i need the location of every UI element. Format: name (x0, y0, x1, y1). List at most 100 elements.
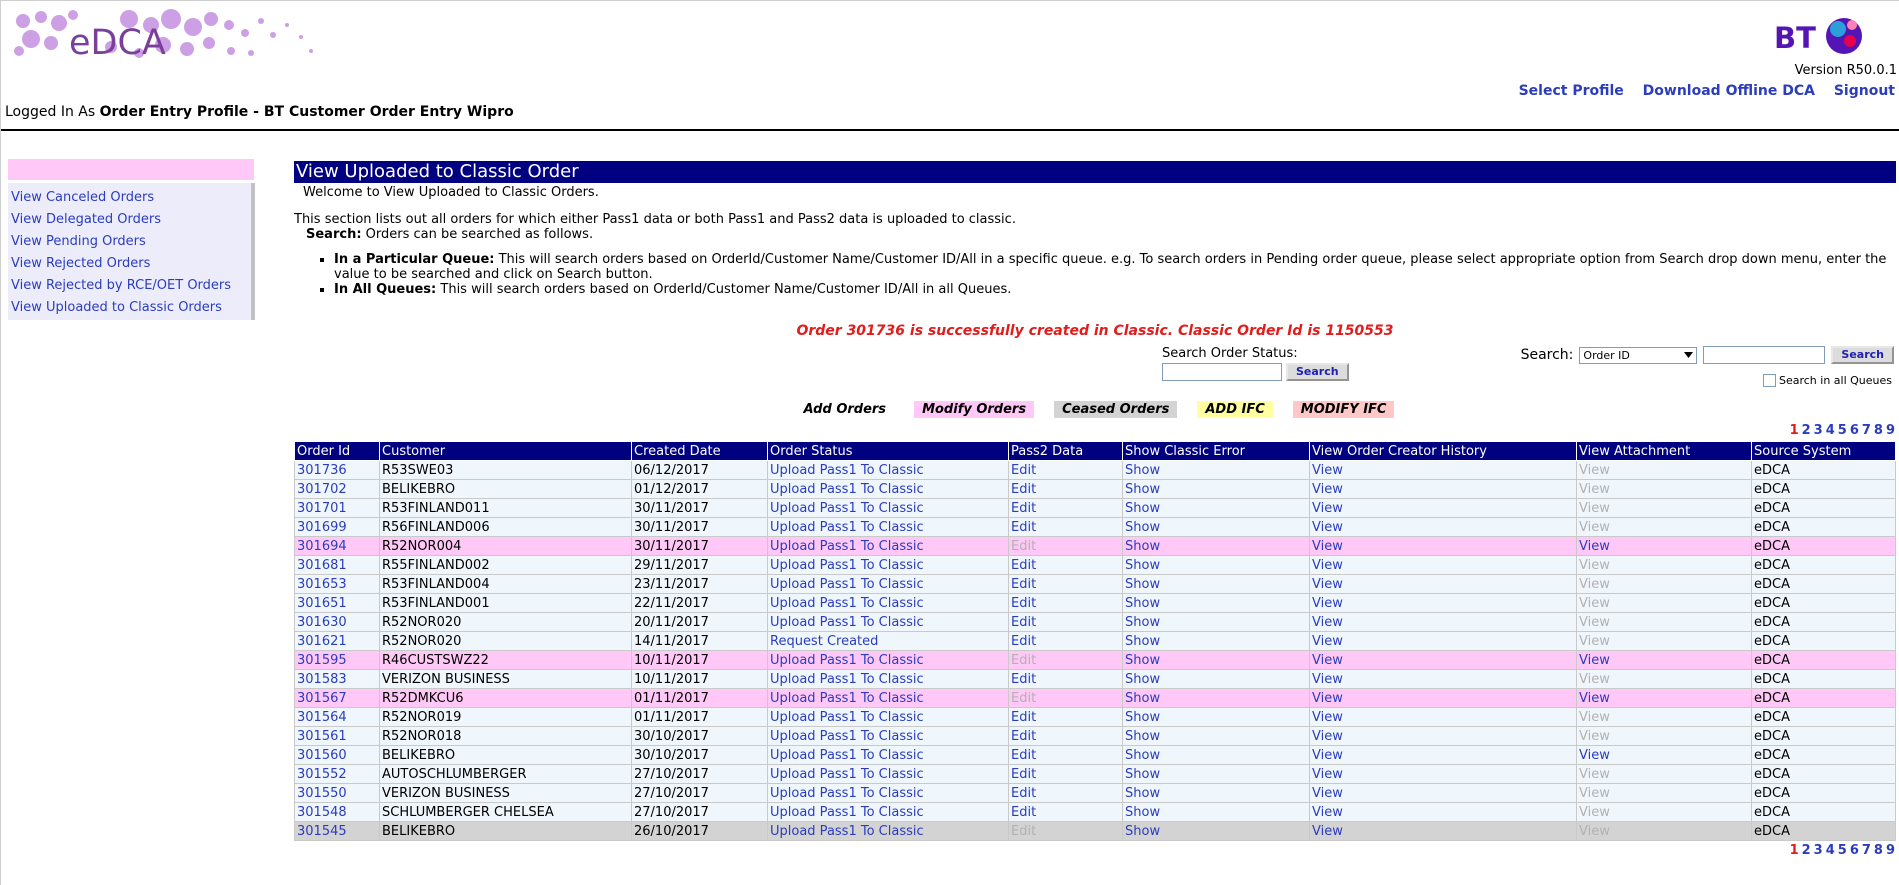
pass2-edit-link[interactable]: Edit (1008, 631, 1123, 651)
order-status-link[interactable]: Upload Pass1 To Classic (767, 555, 1009, 575)
order-id-link[interactable]: 301561 (294, 726, 380, 746)
view-creator-history-link[interactable]: View (1309, 726, 1577, 746)
order-status-link[interactable]: Upload Pass1 To Classic (767, 574, 1009, 594)
page-link[interactable]: 9 (1886, 843, 1896, 858)
order-status-link[interactable]: Upload Pass1 To Classic (767, 460, 1009, 480)
order-status-link[interactable]: Upload Pass1 To Classic (767, 764, 1009, 784)
show-classic-error-link[interactable]: Show (1122, 726, 1310, 746)
sidebar-item-uploaded-classic[interactable]: View Uploaded to Classic Orders (8, 297, 251, 319)
view-creator-history-link[interactable]: View (1309, 460, 1577, 480)
page-link[interactable]: 4 (1826, 423, 1836, 438)
show-classic-error-link[interactable]: Show (1122, 650, 1310, 670)
show-classic-error-link[interactable]: Show (1122, 669, 1310, 689)
view-creator-history-link[interactable]: View (1309, 517, 1577, 537)
page-link[interactable]: 8 (1874, 843, 1884, 858)
order-id-link[interactable]: 301552 (294, 764, 380, 784)
page-link[interactable]: 1 (1790, 423, 1800, 438)
view-creator-history-link[interactable]: View (1309, 688, 1577, 708)
pass2-edit-link[interactable]: Edit (1008, 707, 1123, 727)
page-link[interactable]: 3 (1814, 843, 1824, 858)
view-attachment-link[interactable]: View (1576, 745, 1752, 765)
view-creator-history-link[interactable]: View (1309, 745, 1577, 765)
order-id-link[interactable]: 301548 (294, 802, 380, 822)
page-link[interactable]: 1 (1790, 843, 1800, 858)
show-classic-error-link[interactable]: Show (1122, 593, 1310, 613)
pass2-edit-link[interactable]: Edit (1008, 669, 1123, 689)
view-creator-history-link[interactable]: View (1309, 479, 1577, 499)
view-creator-history-link[interactable]: View (1309, 650, 1577, 670)
show-classic-error-link[interactable]: Show (1122, 517, 1310, 537)
show-classic-error-link[interactable]: Show (1122, 479, 1310, 499)
pass2-edit-link[interactable]: Edit (1008, 802, 1123, 822)
pass2-edit-link[interactable]: Edit (1008, 764, 1123, 784)
order-id-link[interactable]: 301736 (294, 460, 380, 480)
show-classic-error-link[interactable]: Show (1122, 783, 1310, 803)
order-status-link[interactable]: Request Created (767, 631, 1009, 651)
sidebar-item-rejected-rce-oet[interactable]: View Rejected by RCE/OET Orders (8, 275, 251, 297)
view-creator-history-link[interactable]: View (1309, 631, 1577, 651)
order-id-link[interactable]: 301630 (294, 612, 380, 632)
order-id-link[interactable]: 301681 (294, 555, 380, 575)
show-classic-error-link[interactable]: Show (1122, 821, 1310, 841)
search-input[interactable] (1703, 346, 1826, 364)
pass2-edit-link[interactable]: Edit (1008, 574, 1123, 594)
show-classic-error-link[interactable]: Show (1122, 707, 1310, 727)
view-creator-history-link[interactable]: View (1309, 707, 1577, 727)
order-status-link[interactable]: Upload Pass1 To Classic (767, 726, 1009, 746)
order-id-link[interactable]: 301595 (294, 650, 380, 670)
pass2-edit-link[interactable]: Edit (1008, 745, 1123, 765)
page-link[interactable]: 2 (1802, 843, 1812, 858)
signout-link[interactable]: Signout (1834, 83, 1895, 99)
order-id-link[interactable]: 301651 (294, 593, 380, 613)
view-creator-history-link[interactable]: View (1309, 669, 1577, 689)
view-creator-history-link[interactable]: View (1309, 802, 1577, 822)
page-link[interactable]: 6 (1850, 843, 1860, 858)
view-attachment-link[interactable]: View (1576, 536, 1752, 556)
page-link[interactable]: 8 (1874, 423, 1884, 438)
search-type-select[interactable]: Order ID (1579, 346, 1698, 364)
order-id-link[interactable]: 301550 (294, 783, 380, 803)
order-status-link[interactable]: Upload Pass1 To Classic (767, 783, 1009, 803)
order-status-input[interactable] (1162, 363, 1282, 381)
show-classic-error-link[interactable]: Show (1122, 745, 1310, 765)
order-id-link[interactable]: 301545 (294, 821, 380, 841)
view-creator-history-link[interactable]: View (1309, 593, 1577, 613)
order-id-link[interactable]: 301583 (294, 669, 380, 689)
pass2-edit-link[interactable]: Edit (1008, 783, 1123, 803)
pass2-edit-link[interactable]: Edit (1008, 517, 1123, 537)
order-id-link[interactable]: 301653 (294, 574, 380, 594)
order-status-link[interactable]: Upload Pass1 To Classic (767, 479, 1009, 499)
view-attachment-link[interactable]: View (1576, 688, 1752, 708)
show-classic-error-link[interactable]: Show (1122, 802, 1310, 822)
show-classic-error-link[interactable]: Show (1122, 536, 1310, 556)
page-link[interactable]: 6 (1850, 423, 1860, 438)
order-status-link[interactable]: Upload Pass1 To Classic (767, 802, 1009, 822)
sidebar-item-rejected[interactable]: View Rejected Orders (8, 253, 251, 275)
show-classic-error-link[interactable]: Show (1122, 631, 1310, 651)
order-status-link[interactable]: Upload Pass1 To Classic (767, 498, 1009, 518)
pass2-edit-link[interactable]: Edit (1008, 460, 1123, 480)
order-id-link[interactable]: 301699 (294, 517, 380, 537)
view-creator-history-link[interactable]: View (1309, 574, 1577, 594)
page-link[interactable]: 5 (1838, 843, 1848, 858)
page-link[interactable]: 7 (1862, 423, 1872, 438)
pass2-edit-link[interactable]: Edit (1008, 479, 1123, 499)
order-id-link[interactable]: 301702 (294, 479, 380, 499)
order-status-link[interactable]: Upload Pass1 To Classic (767, 650, 1009, 670)
pass2-edit-link[interactable]: Edit (1008, 498, 1123, 518)
order-status-link[interactable]: Upload Pass1 To Classic (767, 669, 1009, 689)
show-classic-error-link[interactable]: Show (1122, 460, 1310, 480)
page-link[interactable]: 7 (1862, 843, 1872, 858)
show-classic-error-link[interactable]: Show (1122, 574, 1310, 594)
select-profile-link[interactable]: Select Profile (1519, 83, 1624, 99)
order-status-link[interactable]: Upload Pass1 To Classic (767, 517, 1009, 537)
order-id-link[interactable]: 301621 (294, 631, 380, 651)
pass2-edit-link[interactable]: Edit (1008, 726, 1123, 746)
show-classic-error-link[interactable]: Show (1122, 555, 1310, 575)
order-id-link[interactable]: 301564 (294, 707, 380, 727)
show-classic-error-link[interactable]: Show (1122, 498, 1310, 518)
order-status-link[interactable]: Upload Pass1 To Classic (767, 688, 1009, 708)
page-link[interactable]: 5 (1838, 423, 1848, 438)
search-button[interactable]: Search (1831, 346, 1894, 364)
order-status-link[interactable]: Upload Pass1 To Classic (767, 821, 1009, 841)
